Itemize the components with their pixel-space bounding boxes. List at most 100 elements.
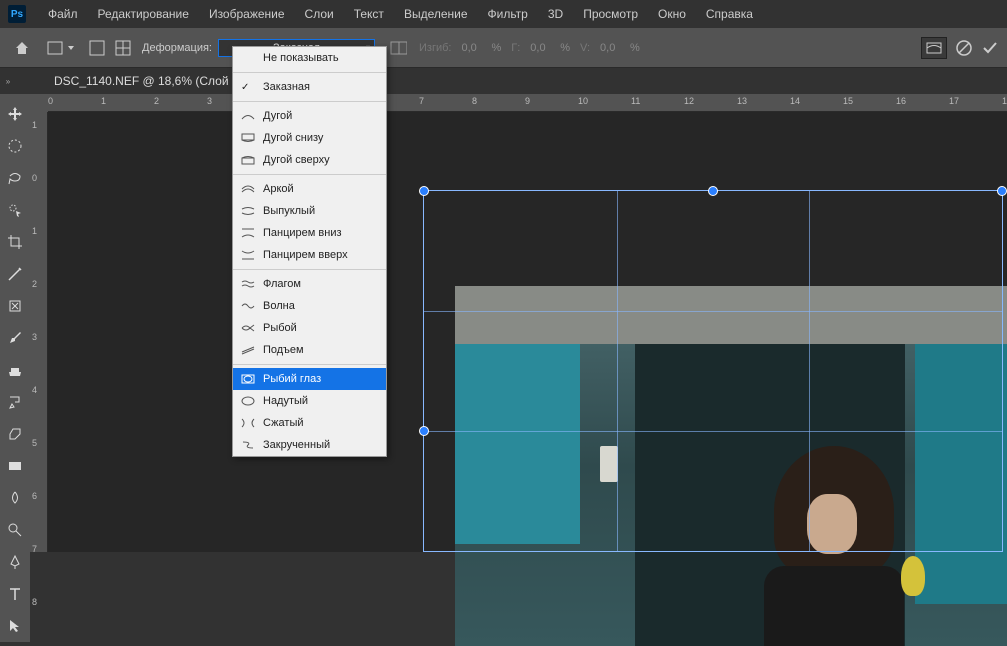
menu-select[interactable]: Выделение <box>394 7 478 21</box>
menu-image[interactable]: Изображение <box>199 7 295 21</box>
transform-handle-tm[interactable] <box>708 186 718 196</box>
lasso-tool[interactable] <box>3 166 27 190</box>
ruler-tick: 16 <box>896 96 906 106</box>
warp-wave[interactable]: Волна <box>233 295 386 317</box>
v-label: V: <box>580 42 590 54</box>
blur-tool[interactable] <box>3 486 27 510</box>
menu-type[interactable]: Текст <box>344 7 394 21</box>
v-input[interactable]: 0,0 <box>596 39 630 57</box>
warp-flag[interactable]: Флагом <box>233 273 386 295</box>
brush-tool[interactable] <box>3 326 27 350</box>
shell-upper-icon <box>241 249 255 261</box>
warp-shell-lower[interactable]: Панцирем вниз <box>233 222 386 244</box>
fish-icon <box>241 322 255 334</box>
warp-arch[interactable]: Аркой <box>233 178 386 200</box>
history-brush-tool[interactable] <box>3 390 27 414</box>
twist-icon <box>241 439 255 451</box>
move-tool[interactable] <box>3 102 27 126</box>
squeeze-icon <box>241 417 255 429</box>
ruler-tick: 15 <box>843 96 853 106</box>
warp-orientation-icon[interactable] <box>389 39 407 57</box>
clone-stamp-tool[interactable] <box>3 358 27 382</box>
bulge-icon <box>241 205 255 217</box>
transform-handle-tl[interactable] <box>419 186 429 196</box>
warp-twist[interactable]: Закрученный <box>233 434 386 456</box>
menu-layer[interactable]: Слои <box>295 7 344 21</box>
bend-input[interactable]: 0,0 <box>457 39 491 57</box>
ruler-tick: 1 <box>101 96 106 106</box>
warp-custom[interactable]: ✓Заказная <box>233 76 386 98</box>
quick-select-tool[interactable] <box>3 198 27 222</box>
split-warp-h-icon[interactable] <box>88 39 106 57</box>
pen-tool[interactable] <box>3 550 27 574</box>
marquee-tool[interactable] <box>3 134 27 158</box>
ruler-tick: 7 <box>419 96 424 106</box>
ruler-tick: 5 <box>32 438 37 448</box>
arc-upper-icon <box>241 154 255 166</box>
transform-handle-ml[interactable] <box>419 426 429 436</box>
menu-filter[interactable]: Фильтр <box>478 7 538 21</box>
gradient-tool[interactable] <box>3 454 27 478</box>
transform-handle-tr[interactable] <box>997 186 1007 196</box>
warp-none[interactable]: Не показывать <box>233 47 386 69</box>
path-select-tool[interactable] <box>3 614 27 638</box>
ruler-tick: 2 <box>32 279 37 289</box>
menu-file[interactable]: Файл <box>38 7 88 21</box>
ruler-tick: 3 <box>207 96 212 106</box>
tool-preset-picker[interactable] <box>40 36 80 60</box>
check-icon: ✓ <box>241 82 249 93</box>
ruler-tick: 3 <box>32 332 37 342</box>
v-unit: % <box>630 42 640 54</box>
arch-icon <box>241 183 255 195</box>
ruler-tick: 7 <box>32 544 37 554</box>
healing-brush-tool[interactable] <box>3 294 27 318</box>
menu-edit[interactable]: Редактирование <box>88 7 199 21</box>
ruler-tick: 9 <box>525 96 530 106</box>
menu-help[interactable]: Справка <box>696 7 763 21</box>
bend-label: Изгиб: <box>419 42 451 54</box>
split-warp-cross-icon[interactable] <box>114 39 132 57</box>
commit-transform-button[interactable] <box>981 39 999 57</box>
ruler-tick: 14 <box>790 96 800 106</box>
menu-3d[interactable]: 3D <box>538 7 573 21</box>
type-tool[interactable] <box>3 582 27 606</box>
h-input[interactable]: 0,0 <box>526 39 560 57</box>
warp-fisheye[interactable]: Рыбий глаз <box>233 368 386 390</box>
crop-tool[interactable] <box>3 230 27 254</box>
warp-arc-lower[interactable]: Дугой снизу <box>233 127 386 149</box>
warp-rise[interactable]: Подъем <box>233 339 386 361</box>
flag-icon <box>241 278 255 290</box>
bend-unit: % <box>491 42 501 54</box>
ruler-tick: 2 <box>154 96 159 106</box>
ruler-tick: 6 <box>32 491 37 501</box>
rise-icon <box>241 344 255 356</box>
dodge-tool[interactable] <box>3 518 27 542</box>
warp-arc[interactable]: Дугой <box>233 105 386 127</box>
switch-transform-button[interactable] <box>921 37 947 59</box>
h-unit: % <box>560 42 570 54</box>
warp-fish[interactable]: Рыбой <box>233 317 386 339</box>
home-button[interactable] <box>8 34 36 62</box>
eyedropper-tool[interactable] <box>3 262 27 286</box>
eraser-tool[interactable] <box>3 422 27 446</box>
canvas-area[interactable]: 0123456789101112131415161718 1012345678 <box>30 94 1007 552</box>
warp-inflate[interactable]: Надутый <box>233 390 386 412</box>
fisheye-icon <box>241 373 255 385</box>
arc-icon <box>241 110 255 122</box>
warp-bulge[interactable]: Выпуклый <box>233 200 386 222</box>
inflate-icon <box>241 395 255 407</box>
document-tab[interactable]: DSC_1140.NEF @ 18,6% (Слой 1, R <box>44 68 264 94</box>
expand-panels-button[interactable]: » <box>0 68 16 94</box>
h-label: Г: <box>511 42 520 54</box>
warp-squeeze[interactable]: Сжатый <box>233 412 386 434</box>
menu-window[interactable]: Окно <box>648 7 696 21</box>
ruler-horizontal[interactable]: 0123456789101112131415161718 <box>30 94 1007 112</box>
ruler-vertical[interactable]: 1012345678 <box>30 112 48 552</box>
cancel-transform-button[interactable] <box>955 39 973 57</box>
warp-arc-upper[interactable]: Дугой сверху <box>233 149 386 171</box>
ruler-tick: 8 <box>472 96 477 106</box>
menu-view[interactable]: Просмотр <box>573 7 648 21</box>
ruler-tick: 8 <box>32 597 37 607</box>
warp-shell-upper[interactable]: Панцирем вверх <box>233 244 386 266</box>
ruler-tick: 0 <box>32 173 37 183</box>
